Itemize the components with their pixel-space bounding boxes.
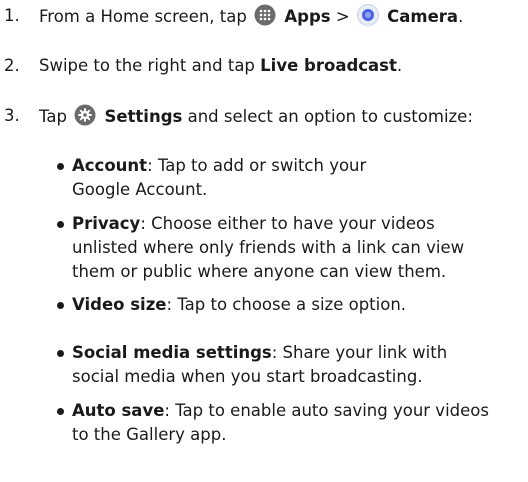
option-privacy: Privacy: Choose either to have your vide… xyxy=(54,212,524,284)
step-text-pre: Tap xyxy=(39,107,67,126)
option-line: : Tap to add or switch your xyxy=(147,156,367,175)
option-line: : Tap to choose a size option. xyxy=(166,295,407,314)
option-text: Privacy: Choose either to have your vide… xyxy=(72,212,524,284)
step-1: 1. From a Home screen, tap Apps > Camera… xyxy=(0,4,528,33)
settings-gear-icon xyxy=(74,104,96,133)
instructions-page: 1. From a Home screen, tap Apps > Camera… xyxy=(0,0,528,482)
option-line: Google Account. xyxy=(72,180,208,199)
option-text: Auto save: Tap to enable auto saving you… xyxy=(72,399,524,447)
bullet-dot xyxy=(54,293,72,317)
step-text-pre: From a Home screen, tap xyxy=(39,7,247,26)
apps-label: Apps xyxy=(284,7,331,26)
bullet-dot xyxy=(54,341,72,365)
live-broadcast-label: Live broadcast xyxy=(260,56,397,75)
option-text: Social media settings: Share your link w… xyxy=(72,341,524,389)
option-term: Auto save xyxy=(72,401,165,420)
step-text: Swipe to the right and tap Live broadcas… xyxy=(39,54,528,78)
option-line: unlisted where only friends with a link … xyxy=(72,238,465,257)
option-text: Video size: Tap to choose a size option. xyxy=(72,293,524,317)
option-term: Account xyxy=(72,156,148,175)
option-term: Privacy xyxy=(72,214,141,233)
camera-icon xyxy=(356,4,379,33)
bullet-dot xyxy=(54,212,72,236)
option-auto-save: Auto save: Tap to enable auto saving you… xyxy=(54,399,524,447)
step-text-post: and select an option to customize: xyxy=(187,107,473,126)
option-line: : Choose either to have your videos xyxy=(140,214,435,233)
step-text-pre: Swipe to the right and tap xyxy=(39,56,255,75)
bullet-dot xyxy=(54,399,72,423)
separator: > xyxy=(335,7,350,26)
option-video-size: Video size: Tap to choose a size option. xyxy=(54,293,524,317)
option-line: : Share your link with xyxy=(271,343,448,362)
option-term: Social media settings xyxy=(72,343,272,362)
step-3: 3. Tap Settings and select an option to … xyxy=(0,104,528,133)
step-text: From a Home screen, tap Apps > Camera. xyxy=(39,4,528,33)
step-number: 3. xyxy=(4,106,20,125)
step-text: Tap Settings and select an option to cus… xyxy=(39,104,528,133)
step-number: 1. xyxy=(4,6,20,25)
option-text: Account: Tap to add or switch your Googl… xyxy=(72,154,524,202)
option-term: Video size xyxy=(72,295,167,314)
option-line: : Tap to enable auto saving your videos xyxy=(164,401,489,420)
step-2: 2. Swipe to the right and tap Live broad… xyxy=(0,54,528,78)
option-line: social media when you start broadcasting… xyxy=(72,367,423,386)
option-line: to the Gallery app. xyxy=(72,425,227,444)
apps-grid-icon xyxy=(254,4,276,33)
option-line: them or public where anyone can view the… xyxy=(72,262,447,281)
bullet-dot xyxy=(54,154,72,178)
step-end: . xyxy=(396,56,403,75)
step-end: . xyxy=(458,7,464,26)
step-number: 2. xyxy=(4,56,20,75)
option-account: Account: Tap to add or switch your Googl… xyxy=(54,154,524,202)
option-social-media-settings: Social media settings: Share your link w… xyxy=(54,341,524,389)
settings-label: Settings xyxy=(104,107,183,126)
camera-label: Camera xyxy=(387,7,459,26)
